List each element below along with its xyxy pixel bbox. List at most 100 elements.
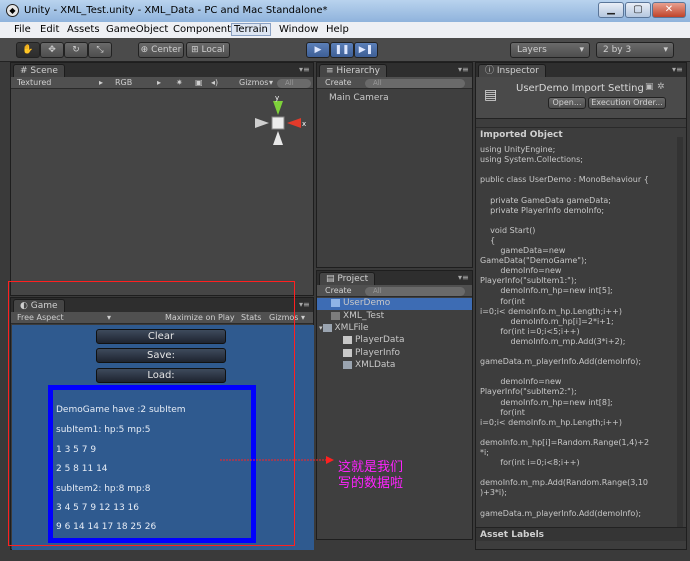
scene-panel: # Scene ▾≡ Textured ▸ RGB ▸ ✷ ▣ ◂) Gizmo… — [10, 62, 314, 296]
menu-assets[interactable]: Assets — [67, 24, 100, 35]
hierarchy-tabbar: ≡ Hierarchy ▾≡ — [317, 63, 472, 77]
menu-gameobject[interactable]: GameObject — [106, 24, 168, 35]
code-line: i=0;i< demoInfo.m_hp.Length;i++) — [480, 417, 622, 427]
scene-search-input[interactable]: All — [277, 79, 311, 88]
project-item-label: PlayerInfo — [355, 348, 401, 358]
project-panel: ▤ Project ▾≡ Create All UserDemo XML_Tes… — [316, 270, 473, 540]
move-icon: ✥ — [48, 45, 56, 55]
maximize-button[interactable]: ▢ — [625, 2, 651, 18]
asset-labels-label: Asset Labels — [480, 530, 545, 540]
scene-orientation-gizmo[interactable]: y x — [251, 93, 311, 163]
project-search-input[interactable]: All — [365, 287, 465, 296]
asset-labels-section: Asset Labels — [476, 527, 686, 541]
code-line: public class UserDemo : MonoBehaviour { — [480, 175, 649, 185]
menu-help[interactable]: Help — [326, 24, 349, 35]
minimize-button[interactable]: ▁ — [598, 2, 624, 18]
layout-dropdown[interactable]: 2 by 3 ▾ — [596, 42, 674, 58]
scale-icon: ⤡ — [96, 45, 104, 55]
svg-text:y: y — [275, 94, 279, 102]
script-icon — [343, 348, 352, 357]
pivot-icon: ⊕ — [140, 45, 149, 55]
audio-toggle-icon[interactable]: ◂) — [211, 78, 218, 87]
script-file-icon: ▤ — [484, 87, 498, 103]
project-item-playerinfo[interactable]: PlayerInfo — [343, 348, 400, 358]
rotate-tool-button[interactable]: ↻ — [64, 42, 88, 58]
tab-hierarchy[interactable]: ≡ Hierarchy — [319, 64, 387, 77]
layers-dropdown[interactable]: Layers ▾ — [510, 42, 590, 58]
local-icon: ⊞ — [191, 45, 199, 55]
menu-file[interactable]: File — [14, 24, 31, 35]
menu-terrain[interactable]: Terrain — [231, 23, 271, 36]
project-item-userdemo[interactable]: UserDemo — [317, 298, 472, 310]
code-line: for(int — [480, 407, 525, 417]
project-item-playerdata[interactable]: PlayerData — [343, 335, 405, 345]
imported-object-header: Imported Object — [476, 127, 686, 140]
script-icon — [343, 335, 352, 344]
open-button[interactable]: Open... — [548, 97, 586, 109]
scene-tab-label: Scene — [30, 66, 58, 76]
pause-icon: ❚❚ — [334, 45, 350, 55]
tab-project[interactable]: ▤ Project — [319, 272, 376, 285]
help-icon[interactable]: ▣ — [645, 82, 654, 92]
inspector-tabbar: ⓘ Inspector ▾≡ — [476, 63, 686, 77]
menu-bar: File Edit Assets GameObject Component Te… — [0, 22, 690, 38]
code-line: gameData.m_playerInfo.Add(demoInfo); — [480, 357, 642, 367]
image-toggle-icon[interactable]: ▣ — [195, 78, 203, 87]
hierarchy-item-main-camera[interactable]: Main Camera — [329, 93, 389, 103]
tab-inspector[interactable]: ⓘ Inspector — [478, 64, 546, 77]
annotation-arrow — [220, 456, 334, 464]
render-mode-dropdown[interactable]: RGB — [115, 78, 132, 87]
project-controls: Create All — [317, 285, 472, 297]
project-item-label: UserDemo — [343, 298, 391, 308]
step-icon: ▶❚ — [358, 45, 374, 55]
unity-scene-icon — [331, 311, 340, 320]
shading-dropdown[interactable]: Textured — [17, 78, 51, 87]
scene-gizmos-dropdown[interactable]: Gizmos — [239, 78, 268, 87]
inspector-scrollbar[interactable] — [677, 137, 683, 533]
move-tool-button[interactable]: ✥ — [40, 42, 64, 58]
scale-tool-button[interactable]: ⤡ — [88, 42, 112, 58]
code-line: private GameData gameData; — [480, 195, 611, 205]
code-line: *i; — [480, 448, 489, 457]
panel-menu-icon[interactable]: ▾≡ — [672, 66, 683, 74]
code-line: GameData("DemoGame"); — [480, 256, 587, 266]
code-line: demoInfo=new — [480, 266, 562, 276]
panel-menu-icon[interactable]: ▾≡ — [458, 274, 469, 282]
project-item-xml-test[interactable]: XML_Test — [331, 311, 384, 321]
project-item-xmldata[interactable]: XMLData — [343, 360, 395, 370]
hand-tool-button[interactable]: ✋ — [16, 42, 40, 58]
code-line: demoInfo.m_hp[i]=Random.Range(1,4)+2 — [480, 437, 650, 447]
execution-order-button[interactable]: Execution Order... — [588, 97, 666, 109]
space-local-button[interactable]: ⊞ Local — [186, 42, 230, 58]
project-icon: ▤ — [326, 274, 335, 284]
panel-menu-icon[interactable]: ▾≡ — [299, 66, 310, 74]
panel-menu-icon[interactable]: ▾≡ — [299, 301, 310, 309]
toolbar: ✋ ✥ ↻ ⤡ ⊕ Center ⊞ Local ▶ ❚❚ ▶❚ Layers ▾… — [0, 38, 690, 62]
annotation-line-2: 写的数据啦 — [338, 476, 404, 491]
code-line: private PlayerInfo demoInfo; — [480, 205, 605, 215]
pause-button[interactable]: ❚❚ — [330, 42, 354, 58]
menu-edit[interactable]: Edit — [40, 24, 59, 35]
code-line: using System.Collections; — [480, 155, 583, 165]
highlight-outline — [8, 281, 295, 546]
hierarchy-create-dropdown[interactable]: Create — [325, 78, 352, 87]
project-item-label: XML_Test — [343, 311, 385, 321]
code-line: { — [480, 235, 496, 245]
project-item-xmlfile[interactable]: ▾ XMLFile — [319, 323, 369, 333]
light-toggle-icon[interactable]: ✷ — [176, 78, 183, 87]
menu-component[interactable]: Component — [173, 24, 231, 35]
tab-scene[interactable]: # Scene — [13, 64, 65, 77]
gear-icon[interactable]: ✲ — [657, 82, 665, 92]
title-bar: ◆ Unity - XML_Test.unity - XML_Data - PC… — [0, 0, 690, 22]
close-button[interactable]: ✕ — [652, 2, 686, 18]
project-create-dropdown[interactable]: Create — [325, 286, 352, 295]
menu-window[interactable]: Window — [279, 24, 318, 35]
pivot-center-button[interactable]: ⊕ Center — [138, 42, 184, 58]
code-line: for(int i=0;i<8;i++) — [480, 458, 580, 468]
step-button[interactable]: ▶❚ — [354, 42, 378, 58]
code-line: for(int i=0;i<5;i++) — [480, 326, 580, 336]
hierarchy-search-input[interactable]: All — [365, 79, 465, 88]
play-button[interactable]: ▶ — [306, 42, 330, 58]
unity-icon: ◆ — [6, 4, 19, 17]
panel-menu-icon[interactable]: ▾≡ — [458, 66, 469, 74]
